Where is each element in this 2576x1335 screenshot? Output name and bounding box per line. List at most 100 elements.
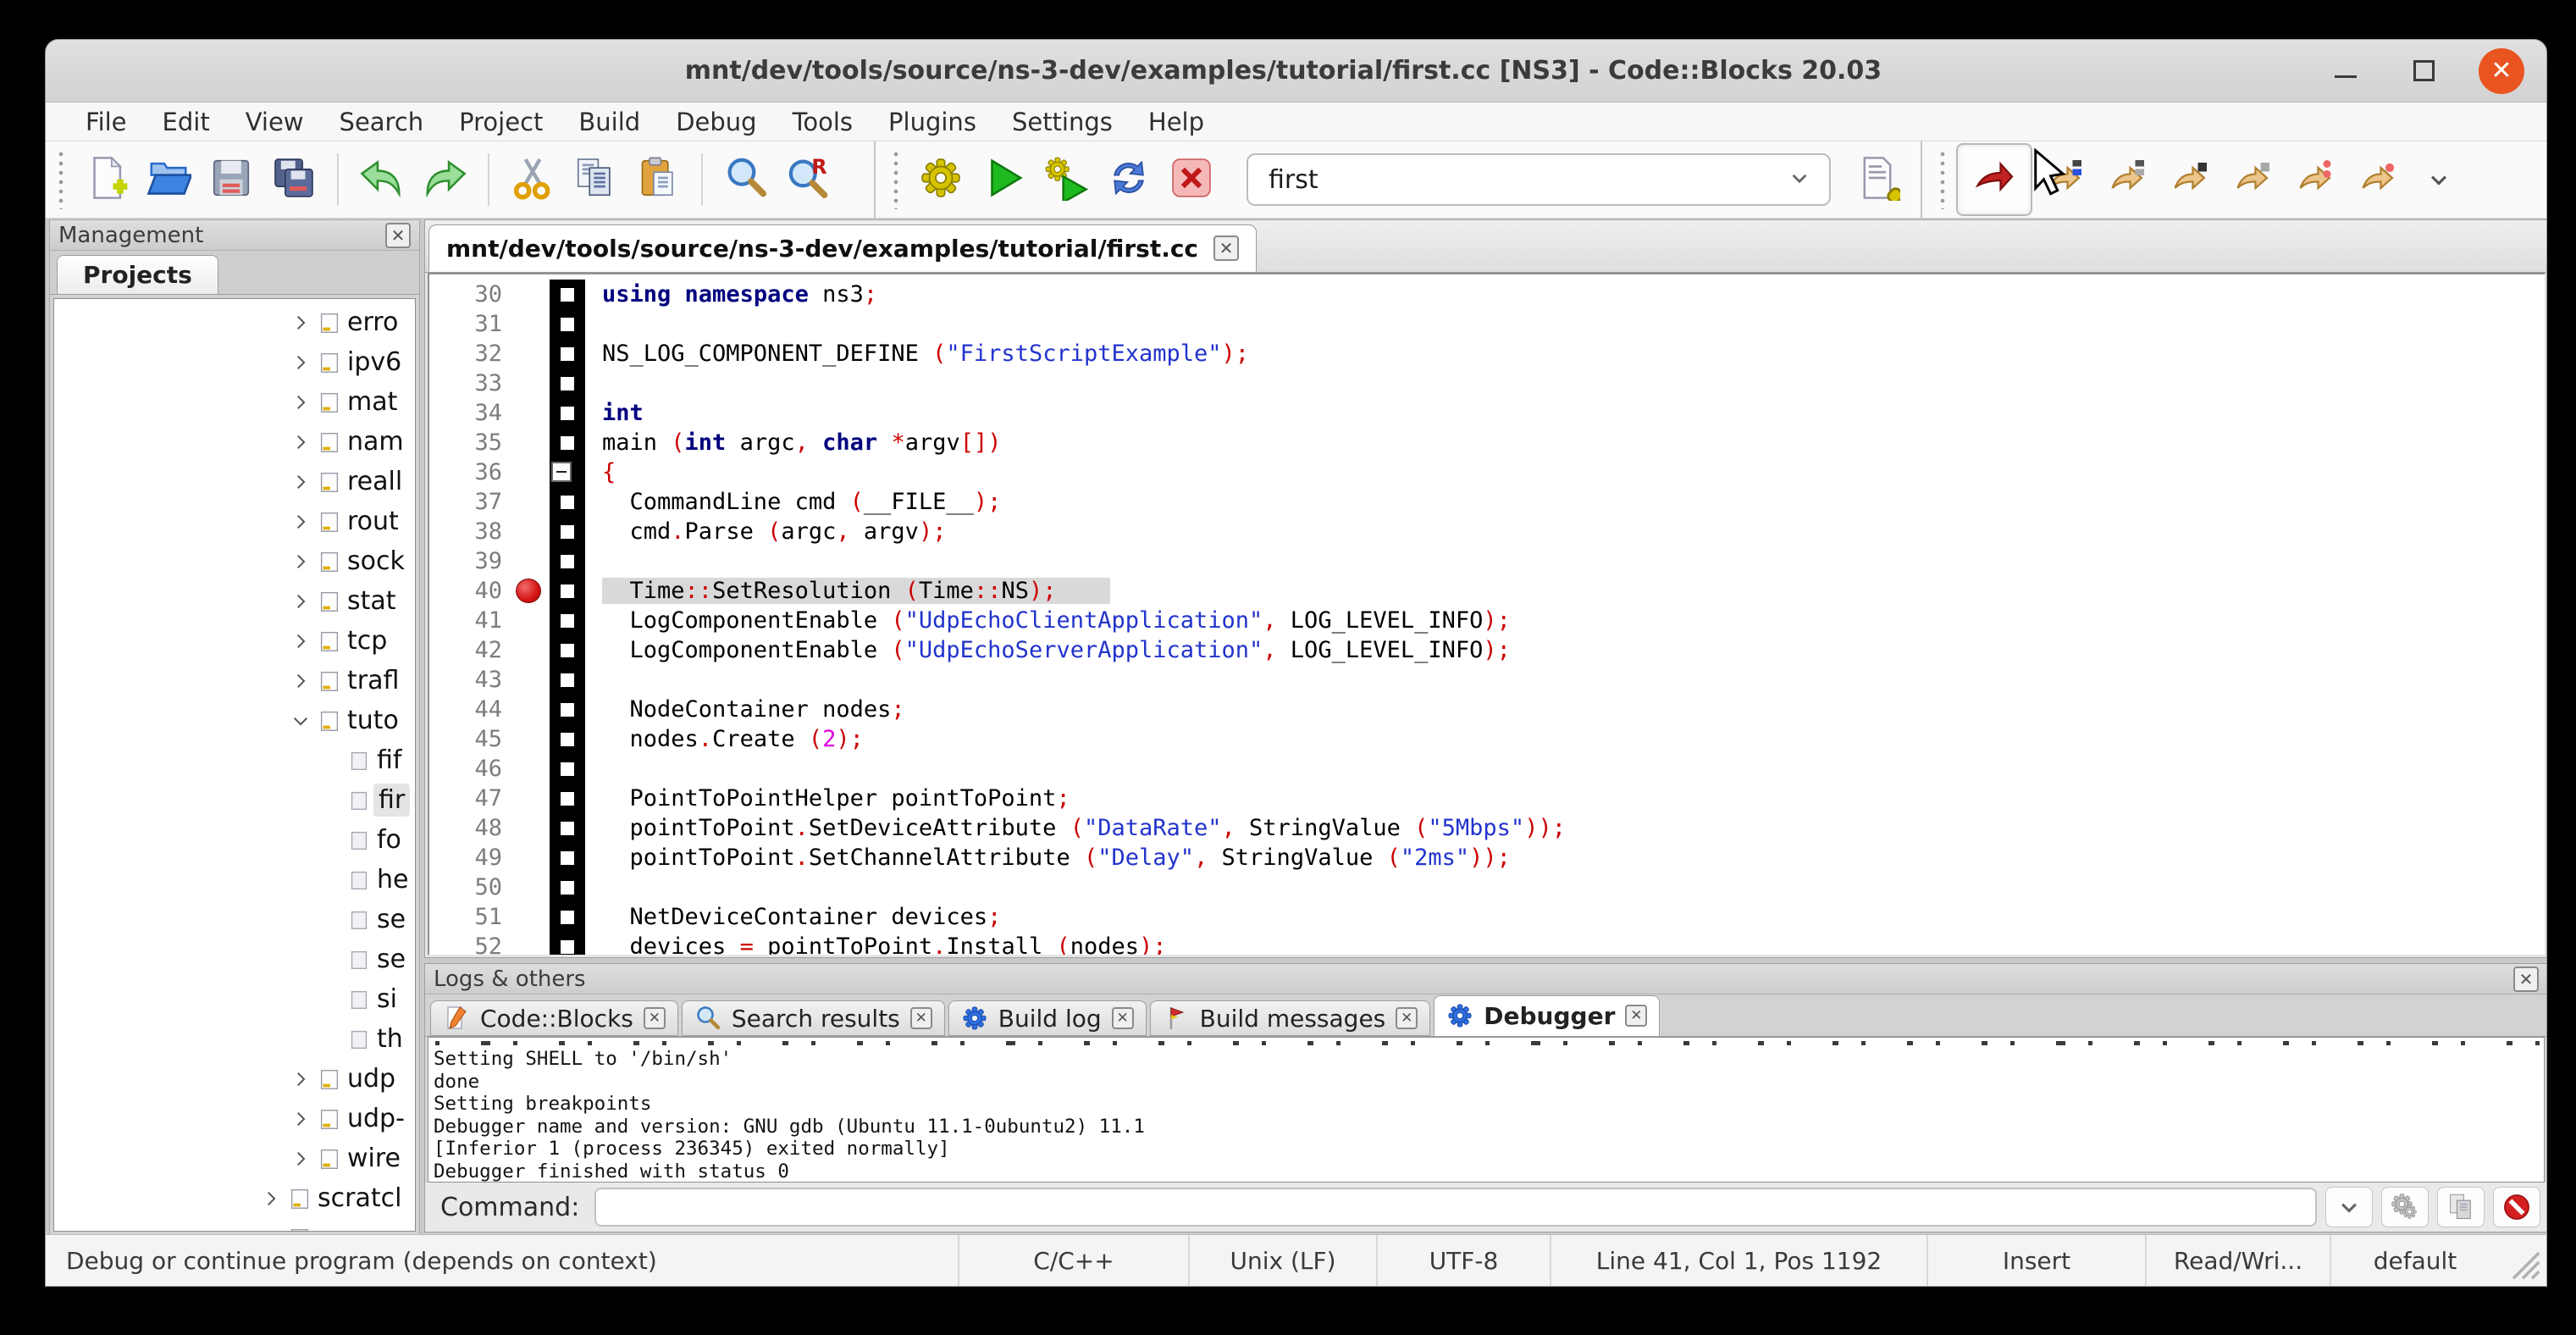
code-line-39[interactable]: 39 bbox=[429, 546, 2545, 576]
line-number[interactable]: 38 bbox=[429, 518, 511, 545]
fold-margin[interactable] bbox=[550, 724, 585, 754]
breakpoint-marker-icon[interactable] bbox=[516, 579, 541, 603]
line-number[interactable]: 45 bbox=[429, 726, 511, 752]
line-number[interactable]: 39 bbox=[429, 548, 511, 574]
code-line-48[interactable]: 48 pointToPoint.SetDeviceAttribute ("Dat… bbox=[429, 813, 2545, 843]
line-number[interactable]: 30 bbox=[429, 281, 511, 307]
code-line-37[interactable]: 37 CommandLine cmd (__FILE__); bbox=[429, 487, 2545, 517]
build-target-select[interactable]: first bbox=[1247, 153, 1831, 206]
chevron-right-icon[interactable] bbox=[257, 1184, 285, 1213]
chevron-right-icon[interactable] bbox=[286, 468, 315, 496]
breakpoint-margin[interactable] bbox=[511, 843, 550, 872]
line-number[interactable]: 36 bbox=[429, 459, 511, 485]
fold-margin[interactable] bbox=[550, 665, 585, 695]
chevron-right-icon[interactable] bbox=[286, 1144, 315, 1173]
fold-margin[interactable] bbox=[550, 517, 585, 546]
line-number[interactable]: 42 bbox=[429, 637, 511, 663]
close-box-icon[interactable]: ✕ bbox=[1625, 1005, 1647, 1027]
breakpoint-margin[interactable] bbox=[511, 398, 550, 428]
breakpoint-margin[interactable] bbox=[511, 635, 550, 665]
tree-item-si[interactable]: si bbox=[54, 979, 415, 1019]
fold-collapse-icon[interactable] bbox=[551, 462, 572, 482]
fold-margin[interactable] bbox=[550, 280, 585, 309]
fold-margin[interactable] bbox=[550, 932, 585, 955]
tree-item-erro[interactable]: erro bbox=[54, 302, 415, 342]
line-number[interactable]: 47 bbox=[429, 785, 511, 812]
abort-build-button[interactable] bbox=[1160, 148, 1223, 211]
breakpoint-margin[interactable] bbox=[511, 695, 550, 724]
fold-margin[interactable] bbox=[550, 457, 585, 487]
code-line-34[interactable]: 34int bbox=[429, 398, 2545, 428]
line-number[interactable]: 35 bbox=[429, 429, 511, 456]
tree-item-fo[interactable]: fo bbox=[54, 820, 415, 860]
line-number[interactable]: 52 bbox=[429, 933, 511, 955]
tree-item-wire[interactable]: wire bbox=[54, 1138, 415, 1178]
paste-button[interactable] bbox=[627, 148, 689, 211]
minimize-button[interactable] bbox=[2323, 48, 2369, 94]
breakpoint-margin[interactable] bbox=[511, 517, 550, 546]
chevron-right-icon[interactable] bbox=[286, 308, 315, 337]
next-line-button[interactable] bbox=[2095, 148, 2158, 211]
code-line-41[interactable]: 41 LogComponentEnable ("UdpEchoClientApp… bbox=[429, 606, 2545, 635]
log-tab-debugger[interactable]: Debugger✕ bbox=[1434, 995, 1660, 1036]
menu-file[interactable]: File bbox=[68, 102, 145, 141]
resize-grip-icon[interactable] bbox=[2499, 1235, 2546, 1286]
step-into-button[interactable] bbox=[2158, 148, 2220, 211]
breakpoint-margin[interactable] bbox=[511, 902, 550, 932]
line-number[interactable]: 34 bbox=[429, 400, 511, 426]
copy-log-button[interactable] bbox=[2437, 1187, 2485, 1227]
close-box-icon[interactable]: ✕ bbox=[910, 1007, 932, 1029]
code-line-40[interactable]: 40 Time::SetResolution (Time::NS); bbox=[429, 576, 2545, 606]
toolbar-grip[interactable] bbox=[58, 150, 69, 209]
breakpoint-margin[interactable] bbox=[511, 339, 550, 368]
chevron-right-icon[interactable] bbox=[286, 547, 315, 576]
chevron-right-icon[interactable] bbox=[286, 348, 315, 377]
toolbar-grip[interactable] bbox=[1939, 150, 1951, 209]
code-line-31[interactable]: 31 bbox=[429, 309, 2545, 339]
code-line-46[interactable]: 46 bbox=[429, 754, 2545, 784]
tree-item-se[interactable]: se bbox=[54, 900, 415, 939]
breakpoint-margin[interactable] bbox=[511, 606, 550, 635]
breakpoint-margin[interactable] bbox=[511, 457, 550, 487]
breakpoint-margin[interactable] bbox=[511, 665, 550, 695]
tree-item-sock[interactable]: sock bbox=[54, 541, 415, 581]
breakpoint-margin[interactable] bbox=[511, 546, 550, 576]
menu-edit[interactable]: Edit bbox=[145, 102, 228, 141]
chevron-right-icon[interactable] bbox=[286, 507, 315, 536]
close-box-icon[interactable]: ✕ bbox=[385, 223, 411, 248]
close-button[interactable]: ✕ bbox=[2479, 48, 2524, 94]
tree-item-he[interactable]: he bbox=[54, 860, 415, 900]
undo-button[interactable] bbox=[351, 148, 413, 211]
log-tab-search-results[interactable]: Search results✕ bbox=[682, 1000, 945, 1036]
line-number[interactable]: 43 bbox=[429, 667, 511, 693]
line-number[interactable]: 48 bbox=[429, 815, 511, 841]
fold-margin[interactable] bbox=[550, 576, 585, 606]
menu-tools[interactable]: Tools bbox=[775, 102, 871, 141]
chevron-right-icon[interactable] bbox=[286, 587, 315, 616]
rebuild-button[interactable] bbox=[1097, 148, 1160, 211]
menu-view[interactable]: View bbox=[228, 102, 322, 141]
fold-margin[interactable] bbox=[550, 546, 585, 576]
tree-item-fif[interactable]: fif bbox=[54, 740, 415, 780]
step-into-instruction-button[interactable] bbox=[2346, 148, 2408, 211]
maximize-button[interactable] bbox=[2401, 48, 2446, 94]
log-tab-code-blocks[interactable]: Code::Blocks✕ bbox=[430, 1000, 678, 1036]
close-box-icon[interactable]: ✕ bbox=[1112, 1007, 1134, 1029]
line-number[interactable]: 33 bbox=[429, 370, 511, 396]
menu-plugins[interactable]: Plugins bbox=[871, 102, 994, 141]
fold-margin[interactable] bbox=[550, 428, 585, 457]
toolbar-overflow-chevron[interactable] bbox=[2413, 148, 2464, 211]
fold-margin[interactable] bbox=[550, 813, 585, 843]
line-number[interactable]: 49 bbox=[429, 845, 511, 871]
tree-item-udp[interactable]: udp bbox=[54, 1059, 415, 1099]
breakpoint-margin[interactable] bbox=[511, 724, 550, 754]
fold-margin[interactable] bbox=[550, 902, 585, 932]
breakpoint-margin[interactable] bbox=[511, 932, 550, 955]
copy-button[interactable] bbox=[564, 148, 627, 211]
chevron-right-icon[interactable] bbox=[286, 667, 315, 695]
code-line-44[interactable]: 44 NodeContainer nodes; bbox=[429, 695, 2545, 724]
chevron-right-icon[interactable] bbox=[286, 388, 315, 417]
tree-item-reall[interactable]: reall bbox=[54, 462, 415, 501]
fold-margin[interactable] bbox=[550, 339, 585, 368]
close-box-icon[interactable]: ✕ bbox=[1213, 235, 1239, 261]
